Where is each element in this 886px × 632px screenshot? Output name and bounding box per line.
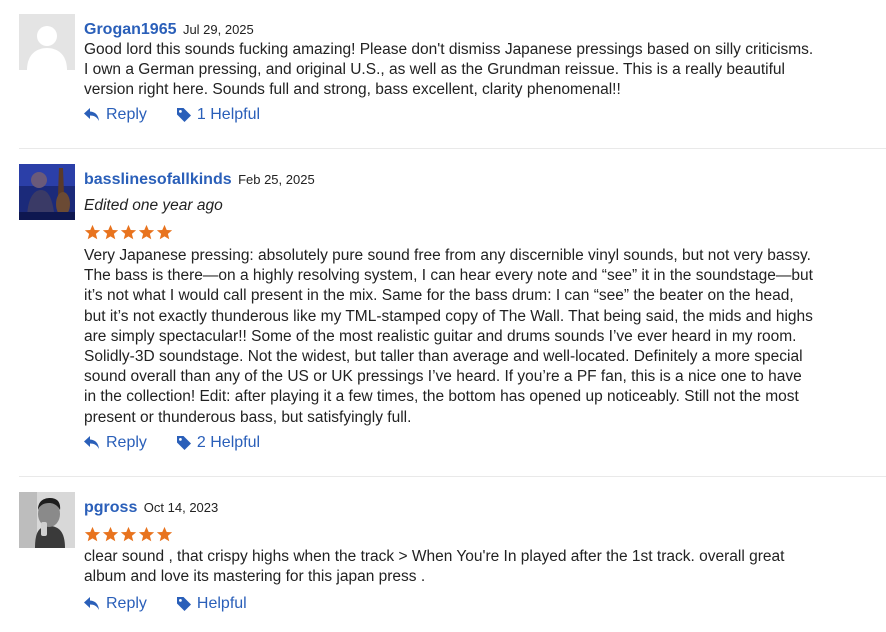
review-date: Feb 25, 2025 [238, 172, 315, 187]
helpful-button[interactable]: 2 Helpful [176, 434, 261, 452]
review-date: Oct 14, 2023 [143, 500, 219, 515]
photo-avatar-bw-icon [19, 492, 75, 548]
edited-note: Edited one year ago [84, 197, 223, 214]
username-link[interactable]: pgross [84, 499, 137, 516]
helpful-button[interactable]: Helpful [176, 595, 247, 613]
tag-icon [176, 436, 191, 450]
username-link[interactable]: Grogan1965 [84, 21, 176, 38]
star-icon [102, 224, 119, 240]
review-text: Good lord this sounds fucking amazing! P… [84, 41, 814, 99]
star-rating [84, 224, 173, 242]
photo-avatar-blue-icon [19, 164, 75, 220]
star-icon [102, 526, 119, 542]
reply-button[interactable]: Reply [84, 434, 147, 452]
reply-arrow-icon [84, 108, 99, 121]
review-divider [19, 148, 886, 149]
default-avatar-icon [19, 14, 75, 70]
helpful-label: Helpful [196, 595, 247, 612]
reply-arrow-icon [84, 597, 99, 610]
reply-button[interactable]: Reply [84, 595, 147, 613]
helpful-button[interactable]: 1 Helpful [176, 106, 261, 124]
star-icon [156, 224, 173, 240]
helpful-label: 2 Helpful [196, 434, 261, 451]
star-icon [138, 224, 155, 240]
star-icon [156, 526, 173, 542]
reply-arrow-icon [84, 436, 99, 449]
helpful-label: 1 Helpful [196, 106, 261, 123]
star-icon [120, 224, 137, 240]
review-text: Very Japanese pressing: absolutely pure … [84, 247, 813, 426]
star-icon [84, 224, 101, 240]
tag-icon [176, 108, 191, 122]
star-icon [84, 526, 101, 542]
review-divider [19, 476, 886, 477]
user-avatar[interactable] [19, 14, 75, 70]
username-link[interactable]: basslinesofallkinds [84, 171, 232, 188]
tag-icon [176, 597, 191, 611]
user-avatar[interactable] [19, 492, 75, 548]
reply-label: Reply [106, 434, 147, 451]
review-date: Jul 29, 2025 [182, 22, 254, 37]
user-avatar[interactable] [19, 164, 75, 220]
reply-label: Reply [106, 595, 147, 612]
review-text: clear sound , that crispy highs when the… [84, 548, 785, 586]
reply-label: Reply [106, 106, 147, 123]
star-rating [84, 526, 173, 544]
reply-button[interactable]: Reply [84, 106, 147, 124]
star-icon [120, 526, 137, 542]
star-icon [138, 526, 155, 542]
